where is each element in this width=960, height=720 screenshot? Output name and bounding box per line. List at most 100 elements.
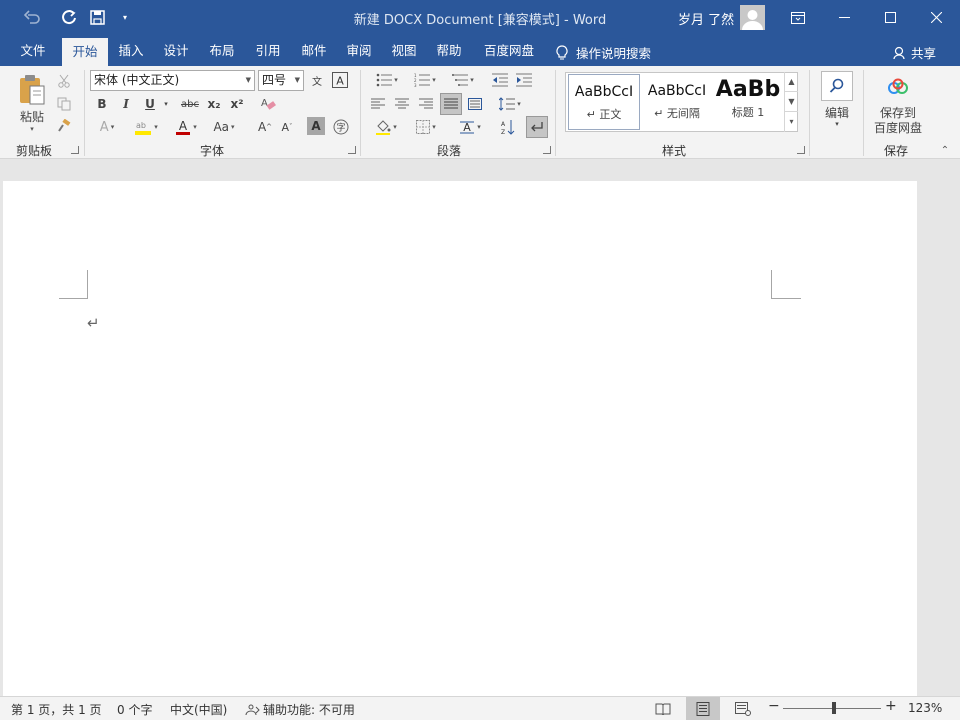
zoom-slider-thumb[interactable] — [832, 702, 836, 714]
ribbon-display-options-button[interactable] — [775, 0, 821, 35]
word-count[interactable]: 0 个字 — [117, 701, 152, 718]
bullets-button[interactable]: ▾ — [370, 70, 404, 90]
borders-button[interactable]: ▾ — [408, 117, 444, 137]
share-button[interactable]: 共享 — [893, 43, 936, 62]
copy-icon — [57, 97, 71, 111]
read-mode-button[interactable] — [646, 697, 680, 720]
grow-font-label: A — [257, 120, 267, 134]
margin-corner-left — [59, 270, 88, 299]
paragraph-mark[interactable]: ↵ — [87, 314, 100, 332]
save-to-label-2[interactable]: 百度网盘 — [868, 120, 928, 135]
tab-references[interactable]: 引用 — [247, 35, 289, 67]
chinese-layout-button[interactable]: A ▾ — [453, 117, 487, 137]
distributed-button[interactable] — [465, 94, 485, 114]
style-no-spacing[interactable]: AaBbCcI ↵ 无间隔 — [641, 74, 713, 130]
font-group-label: 字体 — [200, 144, 225, 158]
font-name-combo[interactable]: 宋体 (中文正文) ▼ — [90, 70, 255, 91]
tab-baidu-netdisk[interactable]: 百度网盘 — [478, 35, 540, 67]
tab-review[interactable]: 审阅 — [338, 35, 380, 67]
accessibility-indicator[interactable]: 辅助功能: 不可用 — [245, 701, 355, 718]
italic-button[interactable]: I — [116, 94, 136, 114]
web-layout-button[interactable] — [726, 697, 760, 720]
zoom-out-button[interactable]: − — [768, 698, 780, 714]
user-name[interactable]: 岁月 了然 — [678, 9, 734, 28]
tab-insert[interactable]: 插入 — [110, 35, 152, 67]
maximize-button[interactable] — [867, 0, 913, 35]
strikethrough-button[interactable]: abc — [178, 94, 202, 114]
align-right-button[interactable] — [416, 94, 436, 114]
clear-formatting-button[interactable]: A — [258, 94, 278, 114]
tab-file[interactable]: 文件 — [10, 35, 56, 67]
tell-me-search[interactable]: 操作说明搜索 — [556, 43, 651, 62]
group-divider — [555, 70, 556, 156]
paragraph-launcher-icon[interactable] — [543, 146, 551, 154]
clipboard-launcher-icon[interactable] — [71, 146, 79, 154]
page-count[interactable]: 第 1 页，共 1 页 — [11, 701, 102, 718]
avatar[interactable] — [740, 5, 765, 30]
highlight-button[interactable]: ab ▾ — [128, 117, 164, 137]
tab-mailings[interactable]: 邮件 — [293, 35, 335, 67]
shading-button[interactable]: ▾ — [368, 117, 404, 137]
document-page[interactable] — [3, 181, 917, 696]
character-shading-button[interactable]: A — [307, 117, 325, 135]
tab-home[interactable]: 开始 — [62, 38, 108, 68]
shrink-font-button[interactable]: Aˇ — [277, 117, 297, 137]
ribbon-tabs: 文件 开始 插入 设计 布局 引用 邮件 审阅 视图 帮助 百度网盘 操作说明搜… — [0, 35, 960, 68]
tab-design[interactable]: 设计 — [155, 35, 197, 67]
language-indicator[interactable]: 中文(中国) — [170, 701, 227, 718]
editing-label[interactable]: 编辑 — [818, 104, 856, 120]
sort-button[interactable]: AZ — [498, 117, 518, 137]
style-normal[interactable]: AaBbCcI ↵ 正文 — [568, 74, 640, 130]
tab-layout[interactable]: 布局 — [201, 35, 243, 67]
minimize-button[interactable] — [821, 0, 867, 35]
line-spacing-button[interactable]: ▾ — [493, 94, 527, 114]
multilevel-list-button[interactable]: ▾ — [446, 70, 480, 90]
print-layout-button[interactable] — [686, 697, 720, 720]
text-effects-button[interactable]: A ▾ — [92, 117, 122, 137]
grow-font-button[interactable]: A ^ — [255, 117, 275, 137]
gallery-more-button[interactable]: ▾ — [785, 112, 798, 132]
cut-button[interactable] — [54, 71, 74, 91]
paste-button[interactable]: 粘贴 ▾ — [14, 72, 50, 134]
save-to-label-1[interactable]: 保存到 — [868, 105, 928, 120]
underline-button[interactable]: U — [140, 94, 160, 114]
zoom-level[interactable]: 123% — [908, 701, 942, 715]
bold-button[interactable]: B — [92, 94, 112, 114]
tab-view[interactable]: 视图 — [383, 35, 425, 67]
font-color-button[interactable]: A ▾ — [169, 117, 203, 137]
copy-button[interactable] — [54, 94, 74, 114]
editing-dropdown-icon[interactable]: ▾ — [831, 119, 843, 129]
underline-dropdown[interactable]: ▾ — [161, 94, 171, 114]
style-heading-1[interactable]: AaBb 标题 1 — [714, 74, 782, 130]
subscript-button[interactable]: x₂ — [204, 94, 224, 114]
phonetic-guide-button[interactable]: 文 — [307, 70, 327, 90]
close-button[interactable] — [913, 0, 959, 35]
styles-group-label: 样式 — [662, 144, 687, 158]
baidu-netdisk-icon[interactable] — [885, 74, 911, 100]
font-size-combo[interactable]: 四号 ▼ — [258, 70, 304, 91]
font-name-value: 宋体 (中文正文) — [94, 73, 180, 87]
highlighter-icon: ab — [135, 121, 152, 135]
enclose-characters-button[interactable]: 字 — [331, 117, 351, 137]
show-marks-button[interactable] — [526, 116, 548, 138]
gallery-down-button[interactable]: ▼ — [785, 92, 798, 112]
tab-help[interactable]: 帮助 — [428, 35, 470, 67]
increase-indent-button[interactable] — [514, 70, 534, 90]
justify-button[interactable] — [440, 93, 462, 115]
decrease-indent-button[interactable] — [490, 70, 510, 90]
align-center-button[interactable] — [392, 94, 412, 114]
align-left-button[interactable] — [368, 94, 388, 114]
zoom-in-button[interactable]: + — [885, 698, 897, 714]
superscript-button[interactable]: x² — [227, 94, 247, 114]
gallery-up-button[interactable]: ▲ — [785, 72, 798, 92]
collapse-ribbon-button[interactable]: ⌃ — [937, 144, 953, 156]
search-icon — [829, 78, 844, 93]
styles-launcher-icon[interactable] — [797, 146, 805, 154]
find-button[interactable] — [821, 71, 853, 101]
svg-text:3: 3 — [414, 83, 417, 87]
change-case-button[interactable]: Aa ▾ — [207, 117, 241, 137]
character-border-button[interactable]: A — [330, 70, 350, 90]
format-painter-button[interactable] — [54, 116, 74, 136]
font-launcher-icon[interactable] — [348, 146, 356, 154]
numbering-button[interactable]: 1 2 3 ▾ — [408, 70, 442, 90]
